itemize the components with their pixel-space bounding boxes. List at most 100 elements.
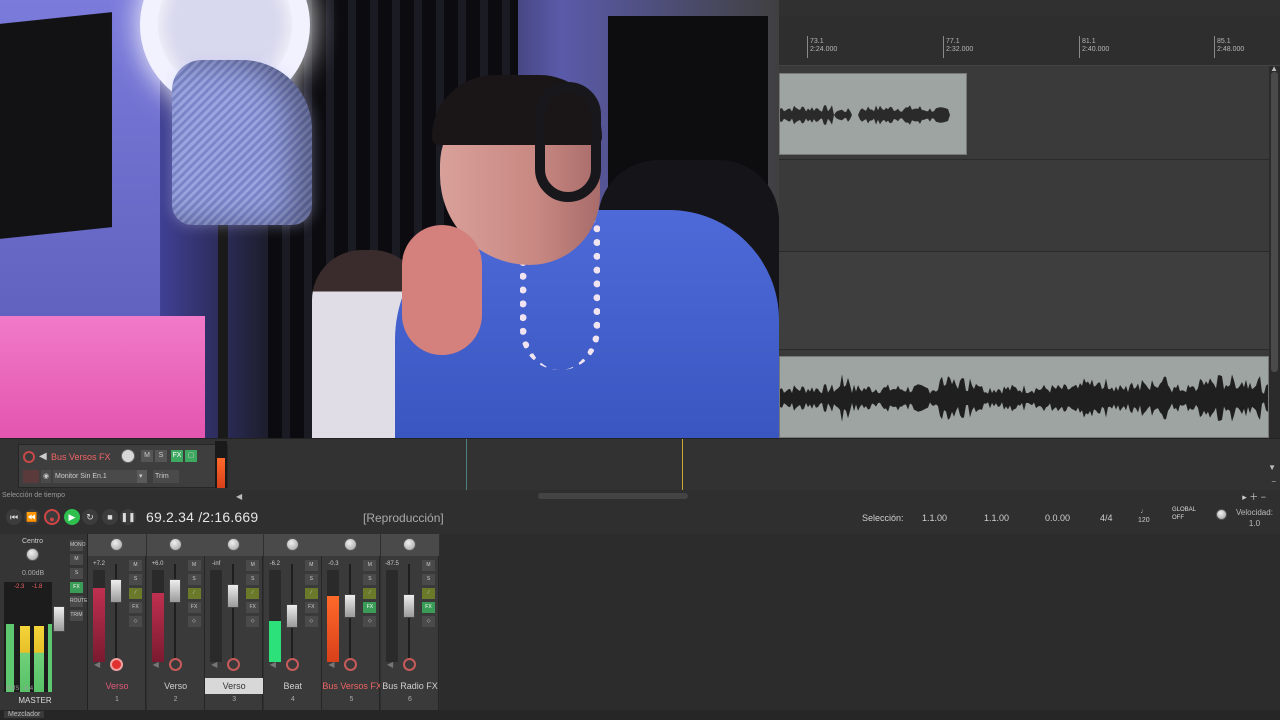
strip-send-icon[interactable]: ◇: [187, 616, 201, 627]
record-arm-icon[interactable]: [285, 658, 299, 671]
track-fx-button[interactable]: FX: [171, 450, 183, 462]
track-lane[interactable]: [779, 66, 1269, 160]
speaker-icon[interactable]: ◀: [153, 660, 159, 669]
strip-fx-button[interactable]: FX: [129, 602, 142, 613]
track-monitor-icon[interactable]: ◉: [41, 470, 51, 483]
strip-solo-button[interactable]: S: [246, 574, 260, 585]
strip-mute-button[interactable]: M: [304, 560, 318, 571]
strip-solo-button[interactable]: S: [363, 574, 377, 585]
channel-strip[interactable]: -87.5 M S ⁄ FX ◇ ◀ Bus Radio FX 6: [381, 534, 439, 710]
track-name[interactable]: Bus Versos FX: [48, 450, 130, 464]
stop-button[interactable]: ■: [102, 509, 118, 525]
strip-solo-button[interactable]: S: [187, 574, 201, 585]
strip-solo-button[interactable]: S: [422, 574, 435, 585]
strip-pan-knob[interactable]: [110, 538, 123, 551]
strip-send-icon[interactable]: ◇: [304, 616, 318, 627]
channel-strip[interactable]: -inf M S ⁄ FX ◇ ◀ Verso 3: [205, 534, 264, 710]
strip-fx-button[interactable]: FX: [304, 602, 318, 613]
strip-phase-icon[interactable]: ⁄: [304, 588, 318, 599]
strip-solo-button[interactable]: S: [304, 574, 318, 585]
record-arm-icon[interactable]: [168, 658, 182, 671]
strip-name[interactable]: Bus Radio FX: [381, 678, 439, 694]
strip-phase-icon[interactable]: ⁄: [363, 588, 377, 599]
track-solo-button[interactable]: S: [155, 450, 167, 462]
channel-strip[interactable]: +6.0 M S ⁄ FX ◇ ◀ Verso 2: [146, 534, 205, 710]
track-rec-mode-icon[interactable]: [23, 470, 39, 483]
track-env-icon[interactable]: ▢: [185, 450, 197, 462]
strip-name[interactable]: Verso: [147, 678, 205, 694]
play-button[interactable]: ▶: [64, 509, 80, 525]
scroll-down-icon[interactable]: ▼: [1268, 463, 1276, 472]
master-mute-button[interactable]: M: [70, 554, 83, 565]
strip-send-icon[interactable]: ◇: [246, 616, 260, 627]
strip-pan-knob[interactable]: [168, 538, 182, 551]
strip-fader[interactable]: [110, 579, 122, 603]
master-mono-button[interactable]: MONO: [70, 540, 86, 551]
time-display[interactable]: 69.2.34 /2:16.669: [146, 509, 258, 525]
scroll-left-icon[interactable]: ◀: [236, 492, 242, 501]
zoom-controls-icon[interactable]: ▸ ＋ −: [1242, 490, 1266, 503]
strip-phase-icon[interactable]: ⁄: [187, 588, 201, 599]
strip-send-icon[interactable]: ◇: [363, 616, 377, 627]
track-header[interactable]: ◀ Bus Versos FX M S FX ▢ ◉ Monitor Sin E…: [18, 444, 228, 488]
vertical-scrollbar[interactable]: [1269, 66, 1280, 438]
strip-fader[interactable]: [403, 594, 415, 618]
strip-fader[interactable]: [168, 579, 181, 603]
channel-strip[interactable]: -6.2 M S ⁄ FX ◇ ◀ Beat 4: [263, 534, 322, 710]
strip-phase-icon[interactable]: ⁄: [422, 588, 435, 599]
strip-phase-icon[interactable]: ⁄: [246, 588, 260, 599]
selection-end[interactable]: 1.1.00: [984, 513, 1009, 523]
record-arm-icon[interactable]: [110, 658, 123, 671]
go-to-start-button[interactable]: ⏮: [6, 509, 22, 525]
scroll-up-icon[interactable]: ▲: [1270, 64, 1278, 73]
strip-mute-button[interactable]: M: [187, 560, 201, 571]
pause-button[interactable]: ❚❚: [120, 509, 136, 525]
speaker-icon[interactable]: ◀: [270, 660, 276, 669]
channel-strip[interactable]: -0.3 M S ⁄ FX ◇ ◀ Bus Versos FX 5: [322, 534, 381, 710]
speaker-icon[interactable]: ◀: [328, 660, 334, 669]
record-arm-icon[interactable]: [227, 658, 241, 671]
speaker-icon[interactable]: ◀: [387, 660, 393, 669]
track-lane[interactable]: [779, 160, 1269, 252]
record-arm-icon[interactable]: [403, 658, 416, 671]
strip-fader[interactable]: [344, 594, 357, 618]
strip-solo-button[interactable]: S: [129, 574, 142, 585]
audio-clip[interactable]: [779, 73, 967, 155]
speaker-icon[interactable]: ◀: [39, 451, 47, 462]
rewind-button[interactable]: ⏪: [24, 509, 40, 525]
playrate-knob[interactable]: [1216, 509, 1227, 520]
tempo-display[interactable]: ♩ 120: [1138, 507, 1150, 525]
strip-fx-button[interactable]: FX: [363, 602, 377, 613]
strip-fader[interactable]: [227, 584, 240, 608]
strip-fx-button[interactable]: FX: [246, 602, 260, 613]
track-lane[interactable]: [779, 252, 1269, 350]
loop-button[interactable]: ↻: [82, 509, 98, 525]
master-trim-button[interactable]: TRIM: [70, 610, 83, 621]
scrollbar-thumb[interactable]: [1271, 72, 1278, 372]
strip-fader[interactable]: [285, 604, 298, 628]
strip-fx-button[interactable]: FX: [187, 602, 201, 613]
master-solo-button[interactable]: S: [70, 568, 83, 579]
master-pan-knob[interactable]: [26, 548, 39, 561]
track-trim-button[interactable]: Trim: [153, 470, 179, 483]
strip-send-icon[interactable]: ◇: [129, 616, 142, 627]
selection-start[interactable]: 1.1.00: [922, 513, 947, 523]
time-signature[interactable]: 4/4: [1100, 513, 1113, 523]
selection-length[interactable]: 0.0.00: [1045, 513, 1070, 523]
channel-strip[interactable]: +7.2 M S ⁄ FX ◇ ◀ Verso 1: [88, 534, 146, 710]
strip-mute-button[interactable]: M: [129, 560, 142, 571]
strip-phase-icon[interactable]: ⁄: [129, 588, 142, 599]
strip-name[interactable]: Verso: [205, 678, 264, 694]
timeline-ruler[interactable]: 73.1 2:24.000 77.1 2:32.000 81.1 2:40.000 8…: [779, 0, 1280, 66]
speaker-icon[interactable]: ◀: [94, 660, 100, 669]
strip-mute-button[interactable]: M: [363, 560, 377, 571]
strip-mute-button[interactable]: M: [422, 560, 435, 571]
master-fx-button[interactable]: FX: [70, 582, 83, 593]
strip-pan-knob[interactable]: [403, 538, 416, 551]
arrange-view[interactable]: 73.1 2:24.000 77.1 2:32.000 81.1 2:40.000 8…: [779, 0, 1280, 438]
mixer-tab[interactable]: Mezclador: [4, 711, 45, 718]
track-mute-button[interactable]: M: [141, 450, 153, 462]
chevron-down-icon[interactable]: ▾: [137, 470, 147, 483]
strip-name[interactable]: Beat: [264, 678, 322, 694]
record-button[interactable]: ●: [44, 509, 60, 525]
